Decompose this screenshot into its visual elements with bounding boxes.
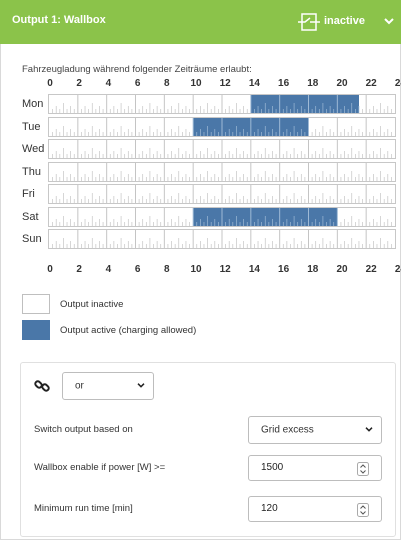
hour-top-label: 12 bbox=[219, 78, 231, 89]
hour-top-label: 18 bbox=[307, 78, 319, 89]
day-label: Sat bbox=[22, 210, 39, 223]
min-runtime-value: 120 bbox=[261, 503, 278, 514]
toggle-switch-icon bbox=[298, 13, 320, 31]
output-title: Output 1: Wallbox bbox=[12, 14, 106, 26]
hour-top-label: 16 bbox=[278, 78, 290, 89]
day-timeline[interactable] bbox=[48, 139, 396, 159]
day-label: Tue bbox=[22, 120, 41, 133]
day-label: Mon bbox=[22, 98, 44, 110]
day-row-tue: Tue bbox=[0, 116, 401, 137]
day-row-mon: Mon bbox=[0, 94, 401, 114]
spinner-icon[interactable] bbox=[357, 503, 369, 517]
hour-bottom-label: 24 bbox=[394, 264, 401, 275]
hour-bottom-label: 16 bbox=[278, 264, 290, 275]
hour-bottom-label: 0 bbox=[47, 264, 53, 275]
power-threshold-input[interactable]: 1500 bbox=[248, 455, 382, 481]
hour-top-label: 4 bbox=[105, 78, 112, 89]
hour-ticks bbox=[52, 230, 392, 248]
day-label: Thu bbox=[22, 165, 41, 178]
switch-basis-label: Switch output based on bbox=[34, 424, 133, 435]
switch-basis-value: Grid excess bbox=[261, 424, 314, 436]
link-icon[interactable] bbox=[34, 378, 50, 394]
day-timeline[interactable] bbox=[48, 184, 396, 204]
operator-value: or bbox=[75, 380, 84, 392]
power-threshold-label: Wallbox enable if power [W] >= bbox=[34, 462, 166, 473]
hour-top-label: 14 bbox=[248, 78, 260, 89]
hour-ticks bbox=[52, 162, 392, 181]
hour-bottom-label: 6 bbox=[134, 264, 141, 275]
hour-top-label: 2 bbox=[76, 78, 82, 89]
hour-top-label: 22 bbox=[365, 78, 377, 89]
day-row-thu: Thu bbox=[0, 161, 401, 182]
day-label: Sun bbox=[22, 233, 42, 245]
min-runtime-input[interactable]: 120 bbox=[248, 496, 382, 522]
output-status: inactive bbox=[324, 15, 365, 27]
hour-top-label: 8 bbox=[164, 78, 170, 89]
hour-top-label: 0 bbox=[47, 78, 53, 89]
operator-select[interactable]: or bbox=[62, 372, 154, 400]
chevron-down-icon bbox=[137, 383, 145, 388]
day-row-fri: Fri bbox=[0, 184, 401, 204]
output-header[interactable]: Output 1: Wallbox inactive bbox=[0, 0, 401, 44]
day-label: Fri bbox=[22, 188, 35, 200]
hour-bottom-label: 14 bbox=[248, 264, 260, 275]
hour-bottom-label: 20 bbox=[336, 264, 348, 275]
hour-top-label: 6 bbox=[134, 78, 141, 89]
day-label: Wed bbox=[22, 143, 45, 155]
day-row-sun: Sun bbox=[0, 229, 401, 249]
hour-ticks bbox=[52, 185, 392, 203]
chevron-down-icon[interactable] bbox=[383, 15, 395, 27]
hour-top-label: 20 bbox=[336, 78, 348, 89]
min-runtime-label: Minimum run time [min] bbox=[34, 503, 133, 514]
hour-ticks bbox=[52, 207, 392, 226]
hour-axis-top: 024681012141618202224 bbox=[40, 78, 401, 90]
day-timeline[interactable] bbox=[48, 206, 396, 227]
day-row-wed: Wed bbox=[0, 139, 401, 159]
hour-axis-bottom: 024681012141618202224 bbox=[40, 264, 401, 276]
hour-bottom-label: 4 bbox=[105, 264, 112, 275]
hour-ticks bbox=[52, 95, 392, 113]
legend-active-swatch bbox=[22, 320, 50, 340]
legend-active-label: Output active (charging allowed) bbox=[60, 325, 197, 336]
legend-inactive-label: Output inactive bbox=[60, 299, 124, 310]
hour-bottom-label: 22 bbox=[365, 264, 377, 275]
schedule-caption: Fahrzeugladung während folgender Zeiträu… bbox=[22, 64, 252, 75]
switch-basis-select[interactable]: Grid excess bbox=[248, 416, 382, 444]
spinner-icon[interactable] bbox=[357, 462, 369, 476]
hour-bottom-label: 2 bbox=[76, 264, 82, 275]
power-threshold-value: 1500 bbox=[261, 462, 284, 473]
hour-top-label: 10 bbox=[190, 78, 202, 89]
day-timeline[interactable] bbox=[48, 94, 396, 114]
hour-bottom-label: 12 bbox=[219, 264, 231, 275]
hour-bottom-label: 18 bbox=[307, 264, 319, 275]
chevron-down-icon bbox=[365, 427, 373, 432]
day-timeline[interactable] bbox=[48, 229, 396, 249]
hour-ticks bbox=[52, 117, 392, 136]
hour-bottom-label: 10 bbox=[190, 264, 202, 275]
day-row-sat: Sat bbox=[0, 206, 401, 227]
hour-top-label: 24 bbox=[394, 78, 401, 89]
legend-inactive-swatch bbox=[22, 294, 50, 314]
hour-ticks bbox=[52, 140, 392, 158]
day-timeline[interactable] bbox=[48, 116, 396, 137]
hour-bottom-label: 8 bbox=[164, 264, 170, 275]
day-timeline[interactable] bbox=[48, 161, 396, 182]
